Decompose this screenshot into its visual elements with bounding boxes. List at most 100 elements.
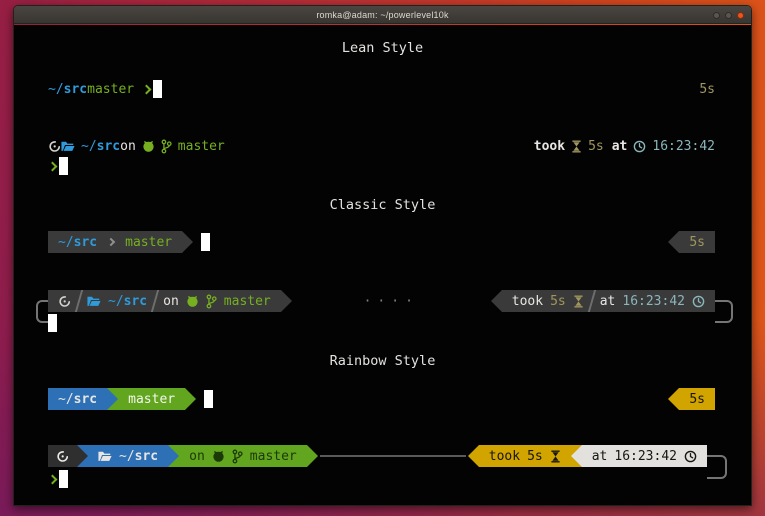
terminal-cursor — [59, 470, 68, 488]
folder-icon — [87, 295, 101, 308]
on-label: on — [189, 449, 205, 464]
took-label: took — [512, 294, 543, 309]
lean-time: at 16:23:42 — [612, 139, 715, 154]
minimize-button[interactable] — [713, 12, 720, 19]
rainbow-oneline-prompt: ~/src master 5s — [48, 388, 715, 410]
folder-icon — [98, 450, 112, 463]
rainbow-twoline-prompt-bottom — [48, 469, 715, 489]
clock-icon — [684, 450, 697, 463]
terminal-cursor — [48, 314, 57, 332]
classic-context-segment: ~/src on master — [48, 290, 281, 312]
powerline-separator — [281, 290, 292, 312]
lean-vcs: on master — [120, 139, 225, 154]
os-icon — [58, 295, 71, 308]
os-icon — [48, 140, 61, 153]
powerline-separator — [77, 445, 88, 467]
rainbow-vcs-segment: master — [118, 388, 185, 410]
duration-label: 5s — [550, 294, 566, 309]
rainbow-dir-segment: ~/src — [88, 445, 168, 467]
lean-style-heading: Lean Style — [14, 40, 751, 56]
on-label: on — [120, 139, 136, 154]
powerline-separator — [491, 290, 502, 312]
powerline-separator — [468, 445, 479, 467]
powerline-separator — [168, 445, 179, 467]
classic-twoline-prompt-bottom — [48, 313, 715, 333]
duration-label: 5s — [527, 449, 543, 464]
dir-prefix: ~/ — [58, 235, 74, 250]
dir-prefix: ~/ — [58, 392, 74, 407]
lean-twoline-prompt-top: ~/src on master took 5s at 16:23:42 — [48, 136, 715, 156]
window-titlebar[interactable]: romka@adam: ~/powerlevel10k — [14, 6, 751, 24]
close-button[interactable] — [737, 12, 744, 19]
duration-label: 5s — [689, 392, 705, 407]
gap-filler-line — [320, 455, 466, 457]
prompt-frame-left — [36, 300, 48, 323]
terminal-cursor — [153, 80, 162, 98]
classic-oneline-prompt: ~/src master 5s — [48, 231, 715, 253]
hourglass-icon — [573, 295, 584, 308]
dir-name: src — [74, 235, 97, 250]
git-branch-label: master — [224, 294, 271, 309]
window-title: romka@adam: ~/powerlevel10k — [316, 6, 448, 24]
maximize-button[interactable] — [725, 12, 732, 19]
lean-dir: ~/src — [61, 139, 120, 154]
rainbow-duration-segment: 5s — [679, 388, 715, 410]
prompt-char-icon — [142, 84, 152, 94]
rainbow-style-heading: Rainbow Style — [14, 353, 751, 369]
gap-filler-dots: ···· — [292, 294, 491, 309]
classic-duration-segment: 5s — [679, 231, 715, 253]
took-label: took — [534, 139, 565, 154]
os-icon — [56, 450, 69, 463]
rainbow-duration-segment: took 5s — [479, 445, 571, 467]
github-octocat-icon — [212, 450, 225, 463]
terminal-cursor — [201, 233, 210, 251]
powerline-separator — [571, 445, 582, 467]
powerline-separator — [107, 388, 118, 410]
rainbow-vcs-segment: on master — [179, 445, 307, 467]
git-branch-icon — [161, 139, 172, 154]
powerline-separator — [668, 388, 679, 410]
window-controls — [713, 6, 744, 24]
segment-separator-icon — [588, 290, 596, 312]
at-label: at — [600, 294, 616, 309]
git-branch-label: master — [125, 235, 172, 250]
dir-prefix: ~/ — [48, 82, 64, 97]
rainbow-twoline-prompt-top: ~/src on master took 5s at 16:23:42 — [48, 445, 707, 467]
segment-separator-icon — [75, 290, 83, 312]
dir-prefix: ~/ — [108, 294, 124, 309]
duration-label: 5s — [699, 82, 715, 97]
duration-label: 5s — [689, 235, 705, 250]
at-label: at — [592, 449, 608, 464]
folder-icon — [61, 140, 75, 153]
git-branch-icon — [232, 449, 243, 464]
hourglass-icon — [571, 140, 582, 153]
rainbow-os-segment — [48, 445, 77, 467]
prompt-frame-right — [715, 300, 733, 323]
dir-name: src — [74, 392, 97, 407]
took-label: took — [489, 449, 520, 464]
classic-twoline-prompt-top: ~/src on master ···· took 5s at 16:23:42 — [48, 290, 715, 312]
github-octocat-icon — [186, 295, 199, 308]
dir-name: src — [124, 294, 147, 309]
duration-label: 5s — [588, 139, 604, 154]
prompt-char-icon — [48, 161, 58, 171]
clock-icon — [692, 295, 705, 308]
github-octocat-icon — [142, 140, 155, 153]
dir-name: src — [135, 449, 158, 464]
git-branch-label: master — [250, 449, 297, 464]
dir-prefix: ~/ — [81, 139, 97, 154]
terminal-window: romka@adam: ~/powerlevel10k Lean Style ~… — [13, 5, 752, 506]
classic-status-segment: took 5s at 16:23:42 — [502, 290, 715, 312]
segment-separator-icon — [107, 238, 115, 246]
dir-name: src — [64, 82, 87, 97]
git-branch-icon — [206, 294, 217, 309]
terminal-cursor — [204, 390, 213, 408]
classic-left-segment: ~/src master — [48, 231, 182, 253]
clock-icon — [633, 140, 646, 153]
powerline-separator — [185, 388, 196, 410]
powerline-separator — [182, 231, 193, 253]
at-label: at — [612, 139, 628, 154]
time-label: 16:23:42 — [652, 139, 715, 154]
terminal-content[interactable]: Lean Style ~/src master 5s ~/src on mast… — [14, 25, 751, 505]
rainbow-dir-segment: ~/src — [48, 388, 107, 410]
